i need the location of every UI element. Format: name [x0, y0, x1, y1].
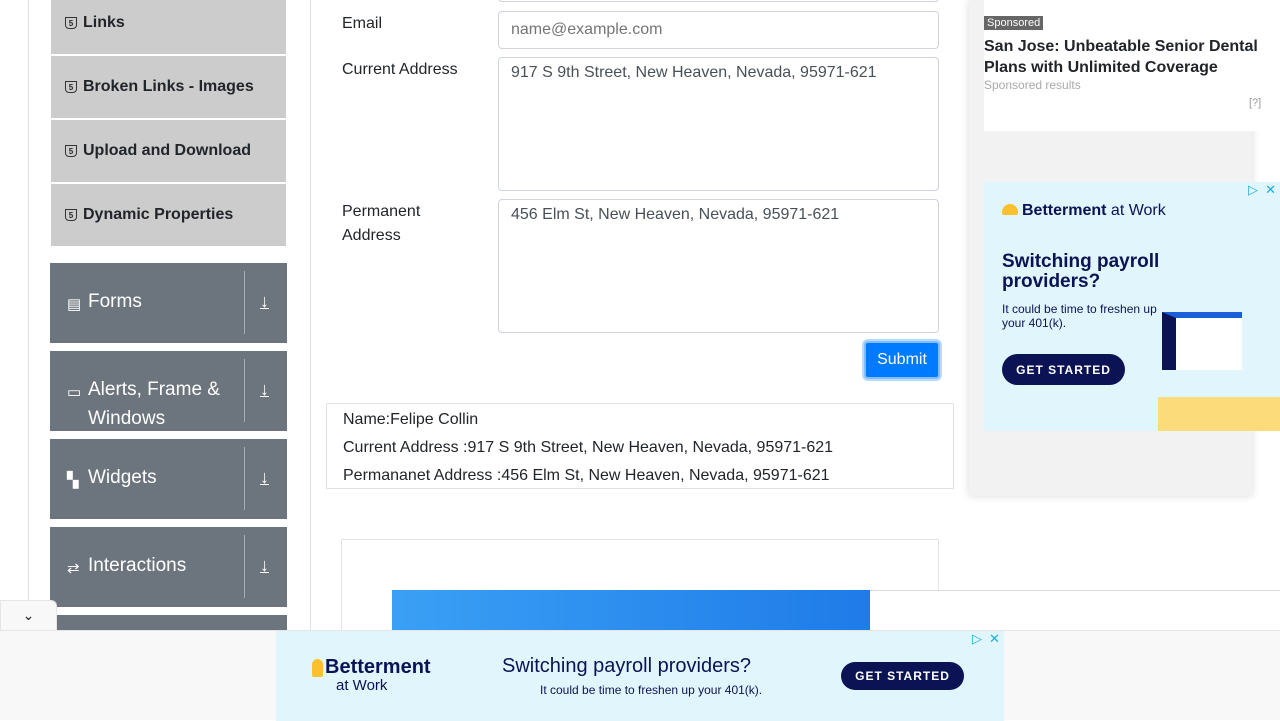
sidebar-group-forms[interactable]: ▤ Forms ↓ [50, 263, 287, 343]
sidebar-item-label: Broken Links - Images [83, 78, 254, 95]
window-icon: ▭ [67, 384, 82, 401]
bottom-betterment-ad[interactable]: ▷ ✕ Betterment at Work Switching payroll… [276, 631, 1004, 721]
group-label: Interactions [88, 555, 187, 576]
interactions-icon: ⇄ [67, 560, 80, 577]
betterment-ad[interactable]: ▷ ✕ Betterment at Work Switching payroll… [984, 182, 1280, 431]
ad-image[interactable] [392, 590, 870, 630]
html5-icon: 5 [65, 145, 77, 157]
close-icon[interactable]: ✕ [989, 631, 1000, 647]
brand-suffix: at Work [336, 677, 388, 694]
sidebar-item-label: Links [83, 14, 125, 31]
download-icon[interactable]: ↓ [260, 467, 269, 488]
bottom-ad-bar: ▷ ✕ Betterment at Work Switching payroll… [0, 630, 1280, 721]
form-icon: ▤ [67, 296, 82, 313]
sponsored-subtitle: Sponsored results [984, 78, 1081, 92]
sidebar-item-label: Upload and Download [83, 142, 251, 159]
sponsored-title[interactable]: San Jose: Unbeatable Senior Dental Plans… [984, 36, 1274, 78]
permanent-address-label: Permanent Address [342, 203, 421, 244]
sidebar-item-upload-download[interactable]: 5 Upload and Download [51, 120, 286, 182]
desk-illustration [1158, 397, 1280, 431]
get-started-button[interactable]: GET STARTED [841, 662, 964, 690]
sidebar-group-widgets[interactable]: ▚ Widgets ↓ [50, 439, 287, 519]
sponsored-ad[interactable]: Sponsored San Jose: Unbeatable Senior De… [984, 0, 1280, 131]
group-label: Alerts, Frame & Windows [88, 379, 220, 429]
ad-body: It could be time to freshen up your 401(… [540, 683, 763, 697]
divider [244, 447, 245, 510]
submit-button[interactable]: Submit [864, 341, 940, 379]
group-label: Forms [88, 291, 142, 312]
brand-suffix: at Work [1110, 202, 1166, 219]
sidebar-item-links[interactable]: 5 Links [51, 0, 286, 54]
adchoices-icon[interactable]: ▷ [1248, 182, 1258, 198]
output-box: Name:Felipe Collin Current Address :917 … [326, 403, 954, 489]
output-permanent-address: Permananet Address :456 Elm St, New Heav… [343, 467, 830, 484]
ad-blank [870, 590, 1280, 630]
download-icon[interactable]: ↓ [260, 555, 269, 576]
get-started-button[interactable]: GET STARTED [1002, 354, 1125, 385]
email-field[interactable] [498, 11, 939, 49]
sidebar-item-broken-links[interactable]: 5 Broken Links - Images [51, 56, 286, 118]
betterment-logo-icon [1002, 204, 1018, 215]
ad-headline: Switching payroll providers? [502, 655, 752, 677]
html5-icon: 5 [65, 81, 77, 93]
sidebar-item-label: Dynamic Properties [83, 206, 234, 223]
brand: Betterment [1022, 202, 1107, 219]
divider [244, 359, 245, 422]
close-icon[interactable]: ✕ [1265, 182, 1276, 198]
current-address-textarea[interactable]: 917 S 9th Street, New Heaven, Nevada, 95… [498, 57, 939, 191]
collapse-ad-button[interactable]: ⌄ [0, 600, 57, 630]
ad-help-link[interactable]: [?] [1249, 97, 1261, 109]
html5-icon: 5 [65, 209, 77, 221]
output-name: Name:Felipe Collin [343, 411, 479, 428]
ad-body: It could be time to freshen up your 401(… [1002, 302, 1157, 330]
email-label: Email [342, 15, 383, 32]
dashboard-illustration [1162, 312, 1242, 370]
widgets-icon: ▚ [67, 472, 79, 489]
sidebar-item-dynamic-properties[interactable]: 5 Dynamic Properties [51, 184, 286, 246]
download-icon[interactable]: ↓ [260, 291, 269, 312]
html5-icon: 5 [65, 17, 77, 29]
group-label: Widgets [88, 467, 157, 488]
sponsored-badge: Sponsored [984, 16, 1044, 30]
divider [244, 271, 245, 334]
ad-headline: Switching payroll providers? [1002, 251, 1160, 292]
current-address-label: Current Address [342, 61, 458, 78]
download-icon[interactable]: ↓ [260, 379, 269, 400]
adchoices-icon[interactable]: ▷ [972, 631, 982, 647]
brand: Betterment [325, 656, 431, 678]
sidebar-border [310, 0, 311, 720]
sidebar-group-alerts[interactable]: ▭ Alerts, Frame & Windows ↓ [50, 351, 287, 431]
sidebar-group-interactions[interactable]: ⇄ Interactions ↓ [50, 527, 287, 607]
divider [244, 535, 245, 598]
previous-input[interactable] [498, 0, 939, 2]
output-current-address: Current Address :917 S 9th Street, New H… [343, 439, 834, 456]
permanent-address-textarea[interactable]: 456 Elm St, New Heaven, Nevada, 95971-62… [498, 199, 939, 333]
